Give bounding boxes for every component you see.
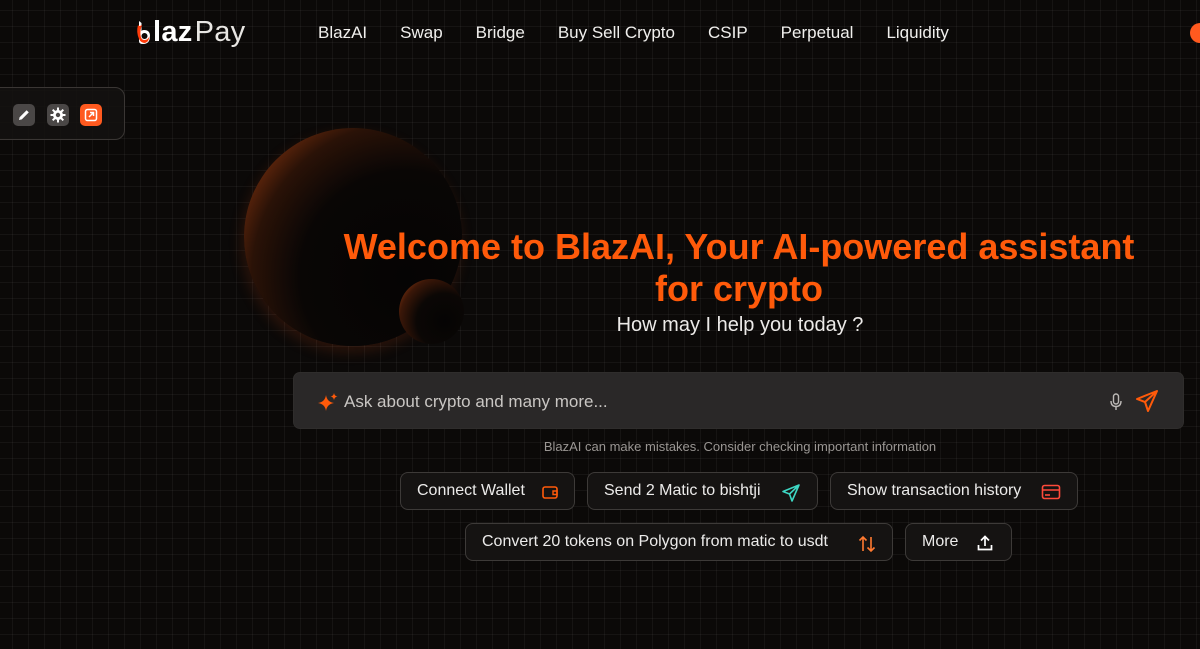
chat-prompt-bar (293, 372, 1184, 429)
blazpay-logo[interactable]: laz Pay (136, 14, 245, 50)
suggestion-label: Convert 20 tokens on Polygon from matic … (482, 533, 828, 550)
external-link-icon[interactable] (80, 104, 102, 126)
suggestion-convert-tokens[interactable]: Convert 20 tokens on Polygon from matic … (465, 523, 893, 561)
suggestion-more[interactable]: More (905, 523, 1012, 561)
hero-title: Welcome to BlazAI, Your AI-powered assis… (343, 226, 1135, 309)
nav-item-buy-sell-crypto[interactable]: Buy Sell Crypto (558, 23, 675, 43)
logo-text-pay: Pay (194, 15, 246, 48)
swap-arrows-icon (858, 535, 876, 553)
nav-item-perpetual[interactable]: Perpetual (781, 23, 854, 43)
main-nav: BlazAI Swap Bridge Buy Sell Crypto CSIP … (318, 23, 982, 43)
nav-item-liquidity[interactable]: Liquidity (886, 23, 948, 43)
sparkle-icon (317, 392, 339, 414)
chat-input[interactable] (344, 387, 1084, 417)
logo-text-laz: laz (153, 15, 193, 48)
pencil-icon[interactable] (13, 104, 35, 126)
nav-item-blazai[interactable]: BlazAI (318, 23, 367, 43)
suggestion-send-matic[interactable]: Send 2 Matic to bishtji (587, 472, 818, 510)
suggestion-label: Connect Wallet (417, 482, 525, 499)
suggestion-transaction-history[interactable]: Show transaction history (830, 472, 1078, 510)
user-avatar[interactable] (1190, 23, 1200, 43)
wallet-icon (542, 486, 558, 499)
nav-item-csip[interactable]: CSIP (708, 23, 748, 43)
suggestion-label: Send 2 Matic to bishtji (604, 482, 761, 499)
suggestion-label: Show transaction history (847, 482, 1022, 499)
send-icon[interactable] (1134, 388, 1160, 414)
upload-icon (977, 535, 993, 551)
flame-logo-icon (136, 19, 152, 45)
paper-plane-icon (782, 484, 800, 502)
floating-tool-panel (0, 87, 125, 140)
nav-item-swap[interactable]: Swap (400, 23, 443, 43)
gear-icon[interactable] (47, 104, 69, 126)
microphone-icon[interactable] (1109, 392, 1123, 412)
suggestion-label: More (922, 533, 959, 550)
nav-item-bridge[interactable]: Bridge (476, 23, 525, 43)
top-navbar: laz Pay BlazAI Swap Bridge Buy Sell Cryp… (0, 0, 1200, 68)
ai-disclaimer: BlazAI can make mistakes. Consider check… (543, 439, 937, 454)
credit-card-icon (1041, 484, 1061, 500)
hero-subtitle: How may I help you today ? (616, 314, 864, 336)
suggestion-connect-wallet[interactable]: Connect Wallet (400, 472, 575, 510)
